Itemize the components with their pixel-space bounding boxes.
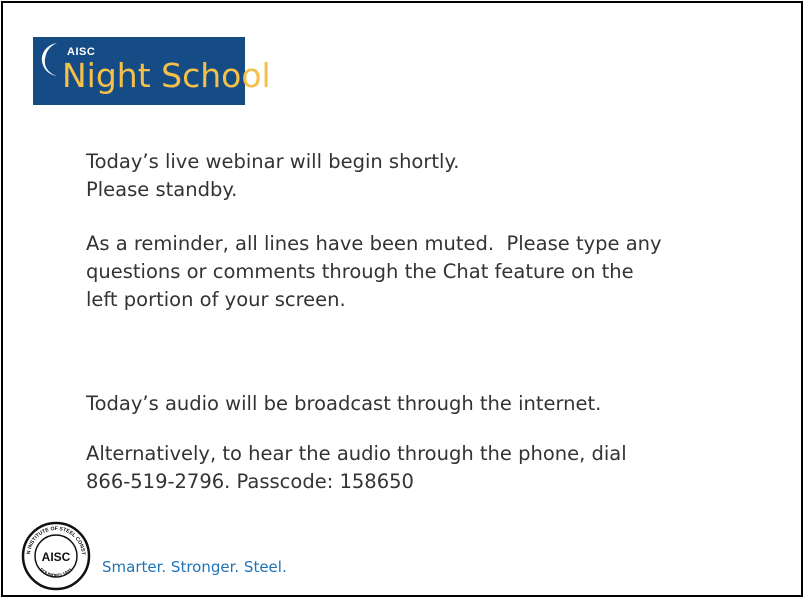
phone-paragraph: Alternatively, to hear the audio through… [86, 440, 627, 496]
logo-title-text: Night School [62, 56, 271, 95]
standby-line-2: Please standby. [86, 178, 238, 201]
audio-paragraph: Today’s audio will be broadcast through … [86, 390, 601, 418]
reminder-paragraph: As a reminder, all lines have been muted… [86, 230, 662, 314]
standby-line-1: Today’s live webinar will begin shortly. [86, 150, 460, 173]
night-school-logo: AISC Night School [33, 37, 271, 105]
seal-center-text: AISC [42, 550, 71, 564]
crescent-moon-icon [41, 43, 57, 76]
reminder-line-1: As a reminder, all lines have been muted… [86, 232, 662, 255]
reminder-line-2: questions or comments through the Chat f… [86, 260, 634, 283]
audio-line: Today’s audio will be broadcast through … [86, 392, 602, 415]
phone-line-1: Alternatively, to hear the audio through… [86, 442, 627, 465]
slide: AISC Night School Today’s live webinar w… [1, 1, 803, 597]
phone-line-2: 866-519-2796. Passcode: 158650 [86, 470, 414, 493]
tagline: Smarter. Stronger. Steel. [102, 558, 287, 576]
reminder-line-3: left portion of your screen. [86, 288, 346, 311]
aisc-seal-icon: AMERICAN INSTITUTE OF STEEL CONSTRUCTION… [21, 521, 91, 591]
standby-paragraph: Today’s live webinar will begin shortly.… [86, 148, 459, 204]
